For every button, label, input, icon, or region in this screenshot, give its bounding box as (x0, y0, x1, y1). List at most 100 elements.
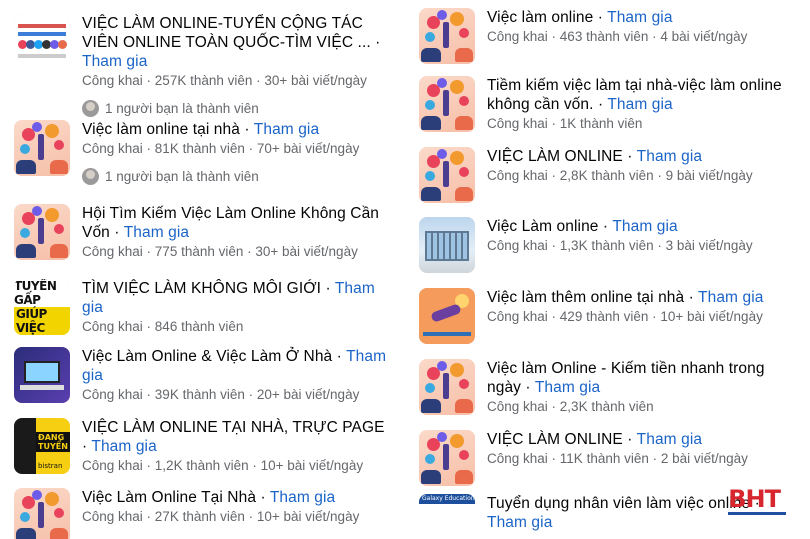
group-thumbnail[interactable]: ĐANG TUYỂN bistran (14, 418, 70, 474)
group-name[interactable]: Tiềm kiếm việc làm tại nhà-việc làm onli… (487, 76, 791, 114)
group-cover-icon (14, 14, 70, 70)
member-count: 775 thành viên (154, 244, 244, 259)
group-thumbnail[interactable] (419, 147, 475, 203)
group-item[interactable]: Hội Tìm Kiếm Việc Làm Online Không Cần V… (14, 204, 402, 274)
post-rate: 2 bài viết/ngày (660, 451, 748, 466)
join-button[interactable]: Tham gia (535, 379, 600, 396)
member-count: 2,3K thành viên (559, 399, 654, 414)
group-info: Tiềm kiếm việc làm tại nhà-việc làm onli… (487, 76, 791, 133)
group-name[interactable]: Việc Làm online · Tham gia (487, 217, 791, 236)
member-count: 429 thành viên (559, 309, 649, 324)
group-thumbnail[interactable] (14, 347, 70, 403)
group-item[interactable]: Việc làm online tại nhà · Tham gia Công k… (14, 120, 402, 190)
privacy-label: Công khai (487, 309, 548, 324)
privacy-label: Công khai (82, 319, 143, 334)
group-name[interactable]: Việc Làm Online & Việc Làm Ở Nhà · Tham … (82, 347, 394, 385)
group-name[interactable]: Việc Làm Online Tại Nhà · Tham gia (82, 488, 394, 507)
group-name[interactable]: Hội Tìm Kiếm Việc Làm Online Không Cần V… (82, 204, 394, 242)
join-button[interactable]: Tham gia (82, 53, 147, 70)
join-button[interactable]: Tham gia (124, 224, 189, 241)
group-thumbnail[interactable]: Galaxy Education (419, 494, 475, 539)
group-meta: Công khai · 1,2K thành viên · 10+ bài vi… (82, 458, 364, 473)
group-thumbnail[interactable] (419, 430, 475, 486)
group-illustration-icon (419, 76, 475, 132)
post-rate: 70+ bài viết/ngày (256, 141, 360, 156)
privacy-label: Công khai (487, 168, 548, 183)
group-name[interactable]: Việc làm Online - Kiếm tiền nhanh trong … (487, 359, 791, 397)
group-info: VIỆC LÀM ONLINE · Tham gia Công khai · 11… (487, 430, 791, 468)
group-info: Việc làm online · Tham gia Công khai · 46… (487, 8, 791, 46)
group-name[interactable]: Việc làm online · Tham gia (487, 8, 791, 27)
group-name[interactable]: Việc làm online tại nhà · Tham gia (82, 120, 394, 139)
group-item[interactable]: Việc Làm Online & Việc Làm Ở Nhà · Tham … (14, 347, 402, 417)
group-thumbnail[interactable] (419, 76, 475, 132)
post-rate: 10+ bài viết/ngày (660, 309, 763, 324)
join-button[interactable]: Tham gia (698, 289, 763, 306)
group-thumbnail[interactable]: TUYỂN GẤP GIÚP VIỆC (14, 279, 70, 335)
group-item[interactable]: Việc làm online · Tham gia Công khai · 46… (419, 8, 799, 78)
group-thumbnail[interactable] (14, 204, 70, 260)
avatar (82, 168, 99, 185)
privacy-label: Công khai (487, 29, 548, 44)
group-thumbnail[interactable] (14, 488, 70, 539)
post-rate: 3 bài viết/ngày (665, 238, 753, 253)
group-info: Việc làm Online - Kiếm tiền nhanh trong … (487, 359, 791, 416)
group-thumbnail[interactable] (419, 217, 475, 273)
privacy-label: Công khai (487, 399, 548, 414)
post-rate: 30+ bài viết/ngày (264, 73, 367, 88)
group-cover-icon: ĐANG TUYỂN bistran (14, 418, 70, 474)
watermark-logo: BHT (728, 485, 781, 513)
group-item[interactable]: VIỆC LÀM ONLINE-TUYỂN CỘNG TÁC VIÊN ONLI… (14, 14, 402, 117)
group-illustration-icon (14, 204, 70, 260)
group-item[interactable]: VIỆC LÀM ONLINE · Tham gia Công khai · 2,… (419, 147, 799, 217)
group-info: Việc làm thêm online tại nhà · Tham gia C… (487, 288, 791, 326)
group-name[interactable]: VIỆC LÀM ONLINE · Tham gia (487, 430, 791, 449)
group-info: VIỆC LÀM ONLINE-TUYỂN CỘNG TÁC VIÊN ONLI… (82, 14, 394, 117)
group-info: VIỆC LÀM ONLINE · Tham gia Công khai · 2,… (487, 147, 791, 185)
join-button[interactable]: Tham gia (270, 489, 335, 506)
group-name[interactable]: TÌM VIỆC LÀM KHÔNG MÔI GIỚI · Tham gia (82, 279, 394, 317)
join-button[interactable]: Tham gia (487, 514, 552, 531)
group-name[interactable]: VIỆC LÀM ONLINE-TUYỂN CỘNG TÁC VIÊN ONLI… (82, 14, 394, 71)
group-item[interactable]: Tiềm kiếm việc làm tại nhà-việc làm onli… (419, 76, 799, 146)
join-button[interactable]: Tham gia (607, 96, 672, 113)
group-item[interactable]: Việc Làm Online Tại Nhà · Tham gia Công k… (14, 488, 402, 539)
group-thumbnail[interactable] (14, 120, 70, 176)
group-thumbnail[interactable] (419, 288, 475, 344)
privacy-label: Công khai (82, 141, 143, 156)
mutual-friends: 1 người bạn là thành viên (82, 100, 394, 117)
group-meta: Công khai · 257K thành viên · 30+ bài vi… (82, 73, 367, 88)
member-count: 1,3K thành viên (559, 238, 654, 253)
join-button[interactable]: Tham gia (637, 148, 702, 165)
join-button[interactable]: Tham gia (91, 438, 156, 455)
post-rate: 20+ bài viết/ngày (256, 387, 360, 402)
group-meta: Công khai · 429 thành viên · 10+ bài viế… (487, 309, 763, 324)
join-button[interactable]: Tham gia (607, 9, 672, 26)
member-count: 1K thành viên (559, 116, 643, 131)
group-meta: Công khai · 2,8K thành viên · 9 bài viết… (487, 168, 753, 183)
group-meta: Công khai · 846 thành viên (82, 319, 244, 334)
join-button[interactable]: Tham gia (254, 121, 319, 138)
privacy-label: Công khai (487, 451, 548, 466)
group-thumbnail[interactable] (419, 359, 475, 415)
group-meta: Công khai · 1,3K thành viên · 3 bài viết… (487, 238, 753, 253)
join-button[interactable]: Tham gia (637, 431, 702, 448)
group-item[interactable]: ĐANG TUYỂN bistran VIỆC LÀM ONLINE TẠI NHÀ… (14, 418, 402, 488)
group-name[interactable]: VIỆC LÀM ONLINE TẠI NHÀ, TRỰC PAGE · Tha… (82, 418, 394, 456)
group-item[interactable]: Việc làm Online - Kiếm tiền nhanh trong … (419, 359, 799, 429)
group-illustration-icon (419, 8, 475, 64)
group-cover-icon: TUYỂN GẤP GIÚP VIỆC (14, 279, 70, 335)
group-item[interactable]: Việc Làm online · Tham gia Công khai · 1,… (419, 217, 799, 287)
member-count: 2,8K thành viên (559, 168, 654, 183)
group-item[interactable]: Việc làm thêm online tại nhà · Tham gia C… (419, 288, 799, 358)
group-thumbnail[interactable] (419, 8, 475, 64)
group-illustration-icon (14, 488, 70, 539)
group-name[interactable]: VIỆC LÀM ONLINE · Tham gia (487, 147, 791, 166)
group-name[interactable]: Việc làm thêm online tại nhà · Tham gia (487, 288, 791, 307)
join-button[interactable]: Tham gia (612, 218, 677, 235)
group-item[interactable]: TUYỂN GẤP GIÚP VIỆC TÌM VIỆC LÀM KHÔNG MÔI… (14, 279, 402, 349)
privacy-label: Công khai (82, 73, 143, 88)
group-thumbnail[interactable] (14, 14, 70, 70)
member-count: 463 thành viên (559, 29, 649, 44)
group-meta: Công khai · 39K thành viên · 20+ bài viế… (82, 387, 360, 402)
